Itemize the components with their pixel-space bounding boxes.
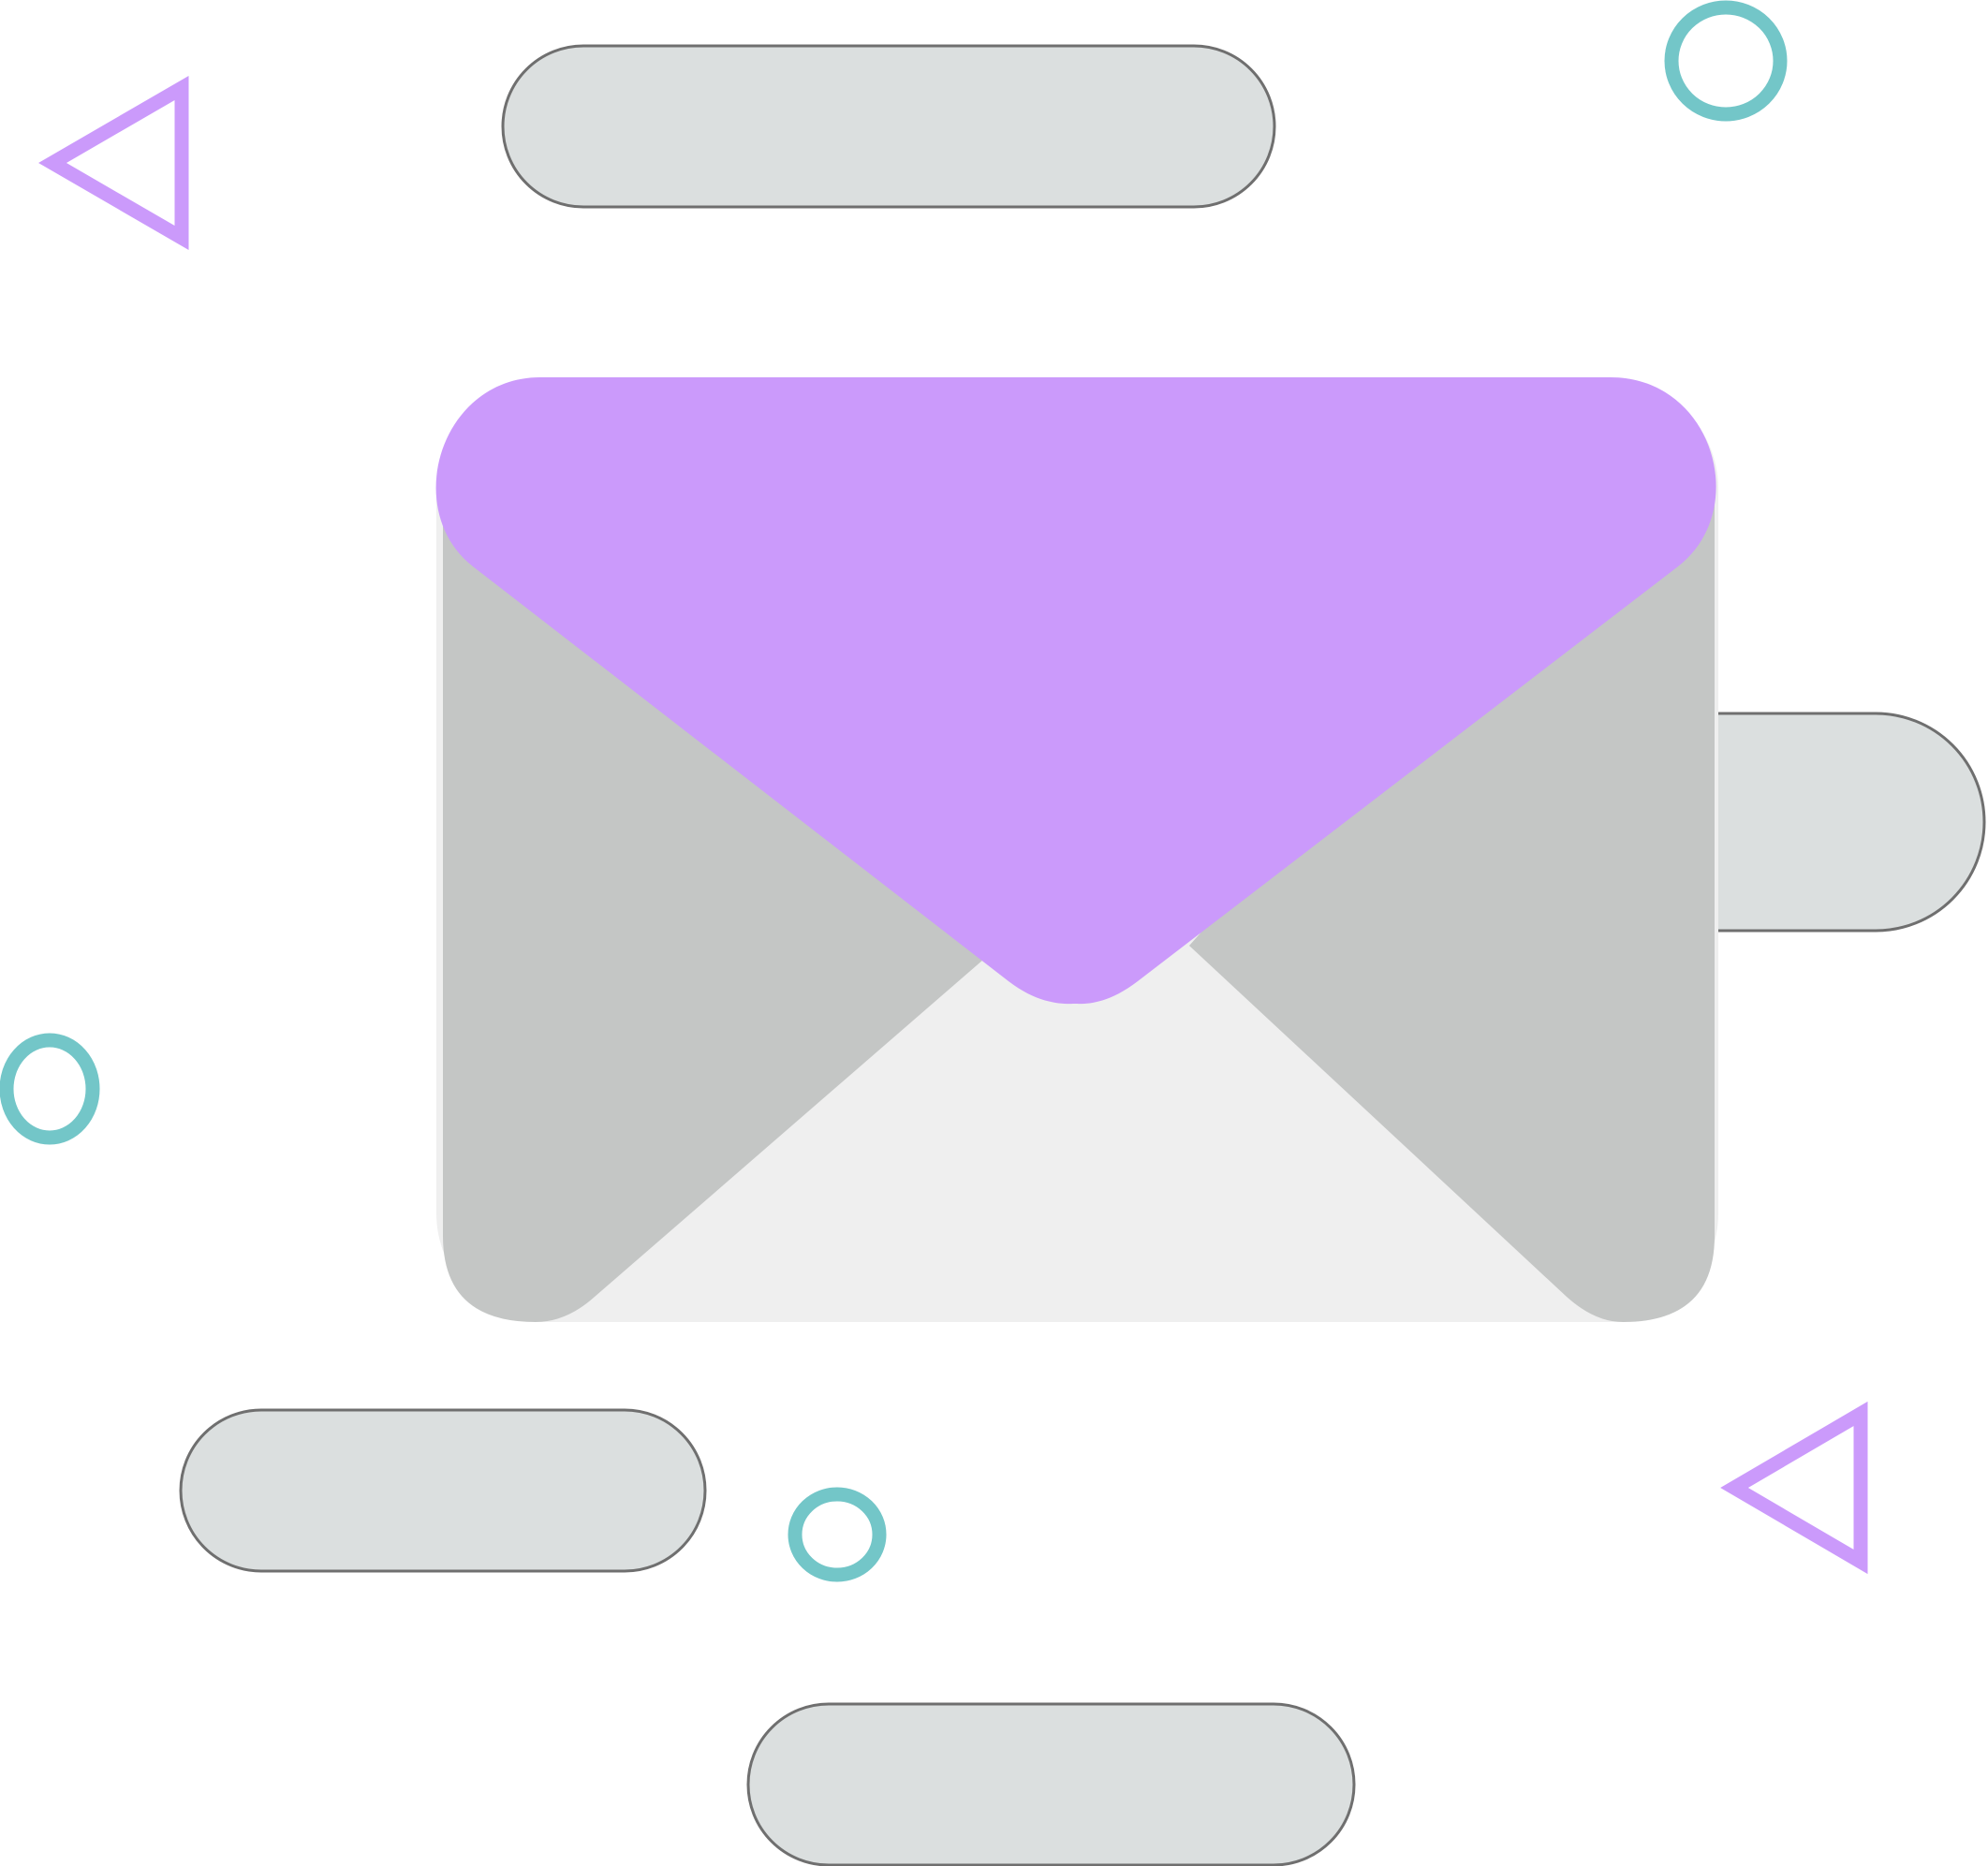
triangle-outline-icon — [38, 75, 189, 251]
pill-bottom — [746, 1702, 1356, 1866]
illustration-canvas — [0, 0, 1988, 1866]
circle-outline-icon — [788, 1487, 887, 1582]
pill-bottom-left — [179, 1408, 707, 1573]
envelope-icon — [435, 377, 1718, 1322]
envelope-illustration — [0, 0, 1986, 1866]
circle-outline-icon — [0, 1033, 100, 1145]
triangle-outline-icon — [1720, 1401, 1868, 1575]
circle-outline-icon — [1664, 0, 1788, 122]
pill-top — [501, 44, 1276, 209]
